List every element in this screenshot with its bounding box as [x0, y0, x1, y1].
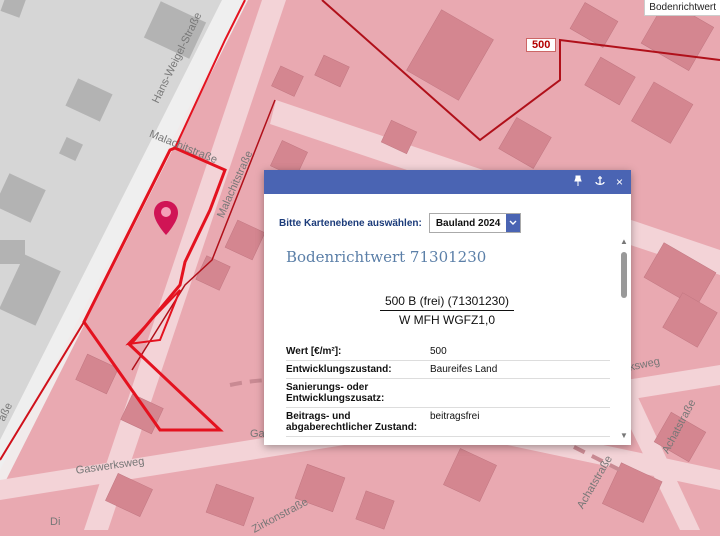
info-popup: × Bitte Kartenebene auswählen: Bauland 2…	[264, 170, 631, 445]
fraction-numerator: 500 B (frei) (71301230)	[380, 294, 514, 311]
property-value	[430, 378, 610, 408]
properties-table: Wert [€/m²]: 500 Entwicklungszustand: Ba…	[286, 343, 610, 437]
chevron-down-icon[interactable]	[506, 214, 521, 232]
layer-title-label: Bodenrichtwert	[644, 0, 720, 16]
table-row: Entwicklungszustand: Baureifes Land	[286, 360, 610, 379]
popup-title: Bodenrichtwert 71301230	[286, 248, 487, 266]
property-key: Sanierungs- oder Entwicklungszusatz:	[286, 378, 430, 408]
popup-content: Bodenrichtwert 71301230 500 B (frei) (71…	[278, 237, 618, 442]
popup-scrollbar[interactable]: ▲ ▼	[619, 238, 629, 440]
scrollbar-thumb[interactable]	[621, 252, 627, 298]
layer-select[interactable]: Bauland 2024	[428, 213, 522, 233]
value-fraction: 500 B (frei) (71301230) W MFH WGFZ1,0	[380, 294, 514, 327]
property-key: Wert [€/m²]:	[286, 343, 430, 361]
property-value: Baureifes Land	[430, 360, 610, 379]
location-pin-icon[interactable]	[153, 200, 179, 236]
table-row: Beitrags- und abgaberechtlicher Zustand:…	[286, 407, 610, 437]
property-key: Beitrags- und abgaberechtlicher Zustand:	[286, 407, 430, 437]
pin-icon[interactable]	[572, 175, 584, 189]
property-value: beitragsfrei	[430, 407, 610, 437]
close-icon[interactable]: ×	[616, 176, 623, 188]
zone-value-label[interactable]: 500	[526, 38, 557, 52]
street-label-ga: Ga	[250, 428, 265, 440]
popup-header: ×	[264, 170, 631, 194]
property-key: Entwicklungszustand:	[286, 360, 430, 379]
table-row: Wert [€/m²]: 500	[286, 343, 610, 361]
scroll-up-icon[interactable]: ▲	[619, 238, 629, 246]
scroll-down-icon[interactable]: ▼	[619, 432, 629, 440]
fraction-denominator: W MFH WGFZ1,0	[399, 313, 495, 327]
layer-selector-row: Bitte Kartenebene auswählen: Bauland 202…	[279, 213, 522, 233]
table-row: Sanierungs- oder Entwicklungszusatz:	[286, 378, 610, 408]
street-label-di: Di	[50, 516, 61, 528]
property-value: 500	[430, 343, 610, 361]
anchor-icon[interactable]	[594, 175, 606, 189]
layer-selector-label: Bitte Kartenebene auswählen:	[279, 217, 422, 229]
layer-select-value: Bauland 2024	[435, 217, 501, 229]
